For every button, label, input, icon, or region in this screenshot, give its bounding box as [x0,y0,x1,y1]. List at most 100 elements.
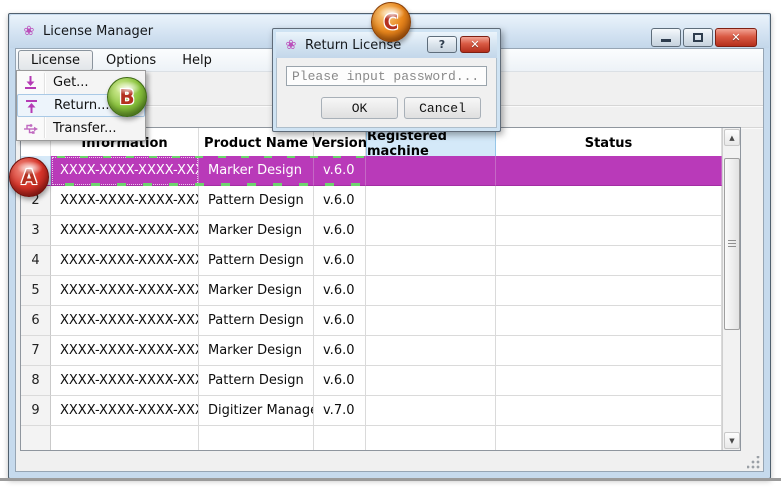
cell-information: XXXX-XXXX-XXXX-XXXX [51,246,199,276]
dialog-close-button[interactable]: ✕ [460,36,490,53]
cell-product: Digitizer Manager [199,396,314,426]
cell-machine [366,276,496,306]
table-row-empty [21,426,722,450]
cell-status [496,396,722,426]
annotation-badge-a: A [9,157,49,197]
cell-information: XXXX-XXXX-XXXX-XXXX [51,216,199,246]
cell-product: Pattern Design [199,306,314,336]
cell-machine [366,366,496,396]
cell-information: XXXX-XXXX-XXXX-XXXX [51,396,199,426]
row-number: 4 [21,246,51,276]
app-flower-icon: ❀ [21,24,37,40]
resize-grip[interactable] [747,456,760,469]
cell-version: v.6.0 [314,336,366,366]
cell-product: Pattern Design [199,186,314,216]
cell-machine [366,306,496,336]
password-input[interactable] [286,66,487,86]
maximize-icon [693,33,703,42]
cell-product: Pattern Design [199,246,314,276]
window-controls: ✕ [651,28,757,47]
table-row[interactable]: 2 XXXX-XXXX-XXXX-XXXX Pattern Design v.6… [21,186,722,216]
cell-machine [366,396,496,426]
screenshot: ❀ License Manager ✕ License Options Help… [0,0,781,487]
table-row[interactable]: 7 XXXX-XXXX-XXXX-XXXX Marker Design v.6.… [21,336,722,366]
upload-icon [23,98,40,115]
cell-information: XXXX-XXXX-XXXX-XXXX [51,366,199,396]
row-number: 9 [21,396,51,426]
cell-information: XXXX-XXXX-XXXX-XXXX [51,186,199,216]
row-number: 5 [21,276,51,306]
minimize-button[interactable] [651,28,681,47]
scroll-up-button[interactable]: ▲ [724,129,740,146]
help-icon: ? [439,38,445,51]
ok-button[interactable]: OK [321,97,398,119]
cell-machine [366,186,496,216]
app-flower-icon: ❀ [283,37,299,53]
menu-license[interactable]: License [18,50,93,71]
cell-product: Marker Design [199,276,314,306]
cell-product: Pattern Design [199,366,314,396]
cell-status [496,336,722,366]
row-number: 7 [21,336,51,366]
cell-status [496,276,722,306]
menu-item-transfer[interactable]: Transfer... [17,117,145,140]
close-button[interactable]: ✕ [715,28,757,47]
cell-information: XXXX-XXXX-XXXX-XXXX [51,276,199,306]
cell-machine [366,336,496,366]
menu-item-label: Get... [53,75,89,90]
license-table: Information Product Name Version Registe… [20,127,741,451]
window-title: License Manager [43,24,153,39]
menu-help[interactable]: Help [169,50,225,71]
cell-status [496,306,722,336]
row-number: 3 [21,216,51,246]
cell-status [496,246,722,276]
cell-version: v.6.0 [314,186,366,216]
maximize-button[interactable] [683,28,713,47]
table-row[interactable]: 9 XXXX-XXXX-XXXX-XXXX Digitizer Manager … [21,396,722,426]
cell-information: XXXX-XXXX-XXXX-XXXX [51,156,199,186]
cell-status [496,186,722,216]
usb-icon [22,120,39,137]
cell-version: v.6.0 [314,366,366,396]
cell-version: v.7.0 [314,396,366,426]
cell-information: XXXX-XXXX-XXXX-XXXX [51,336,199,366]
cell-version: v.6.0 [314,156,366,186]
cell-status [496,366,722,396]
row-number: 8 [21,366,51,396]
close-icon: ✕ [731,31,740,44]
cell-version: v.6.0 [314,216,366,246]
bottom-edge-rule [0,478,781,481]
cancel-button[interactable]: Cancel [404,97,481,119]
cell-product: Marker Design [199,216,314,246]
cell-version: v.6.0 [314,306,366,336]
row-number: 6 [21,306,51,336]
table-row[interactable]: 5 XXXX-XXXX-XXXX-XXXX Marker Design v.6.… [21,276,722,306]
license-table-body: Information Product Name Version Registe… [21,128,722,450]
menu-item-label: Return... [54,98,110,113]
cell-machine [366,216,496,246]
annotation-badge-b: B [107,77,147,117]
menu-options[interactable]: Options [93,50,169,71]
table-row[interactable]: 8 XXXX-XXXX-XXXX-XXXX Pattern Design v.6… [21,366,722,396]
cell-machine [366,156,496,186]
cell-version: v.6.0 [314,246,366,276]
download-icon [22,74,39,91]
cell-information: XXXX-XXXX-XXXX-XXXX [51,306,199,336]
annotation-badge-c: C [371,2,411,42]
cell-product: Marker Design [199,336,314,366]
row-number [21,426,51,450]
menu-item-label: Transfer... [53,121,116,136]
table-row[interactable]: 6 XXXX-XXXX-XXXX-XXXX Pattern Design v.6… [21,306,722,336]
dialog-help-button[interactable]: ? [427,36,457,53]
minimize-icon [661,39,671,42]
return-license-dialog: ❀ Return License ? ✕ OK Cancel [272,28,501,132]
table-row-selected[interactable]: 1 XXXX-XXXX-XXXX-XXXX Marker Design v.6.… [21,156,722,186]
scrollbar-thumb[interactable] [724,158,740,330]
scroll-down-button[interactable]: ▼ [724,432,740,449]
cell-status [496,216,722,246]
table-row[interactable]: 4 XXXX-XXXX-XXXX-XXXX Pattern Design v.6… [21,246,722,276]
vertical-scrollbar[interactable]: ▲ ▼ [722,128,740,450]
dialog-body: OK Cancel [276,58,497,128]
table-row[interactable]: 3 XXXX-XXXX-XXXX-XXXX Marker Design v.6.… [21,216,722,246]
cell-machine [366,246,496,276]
